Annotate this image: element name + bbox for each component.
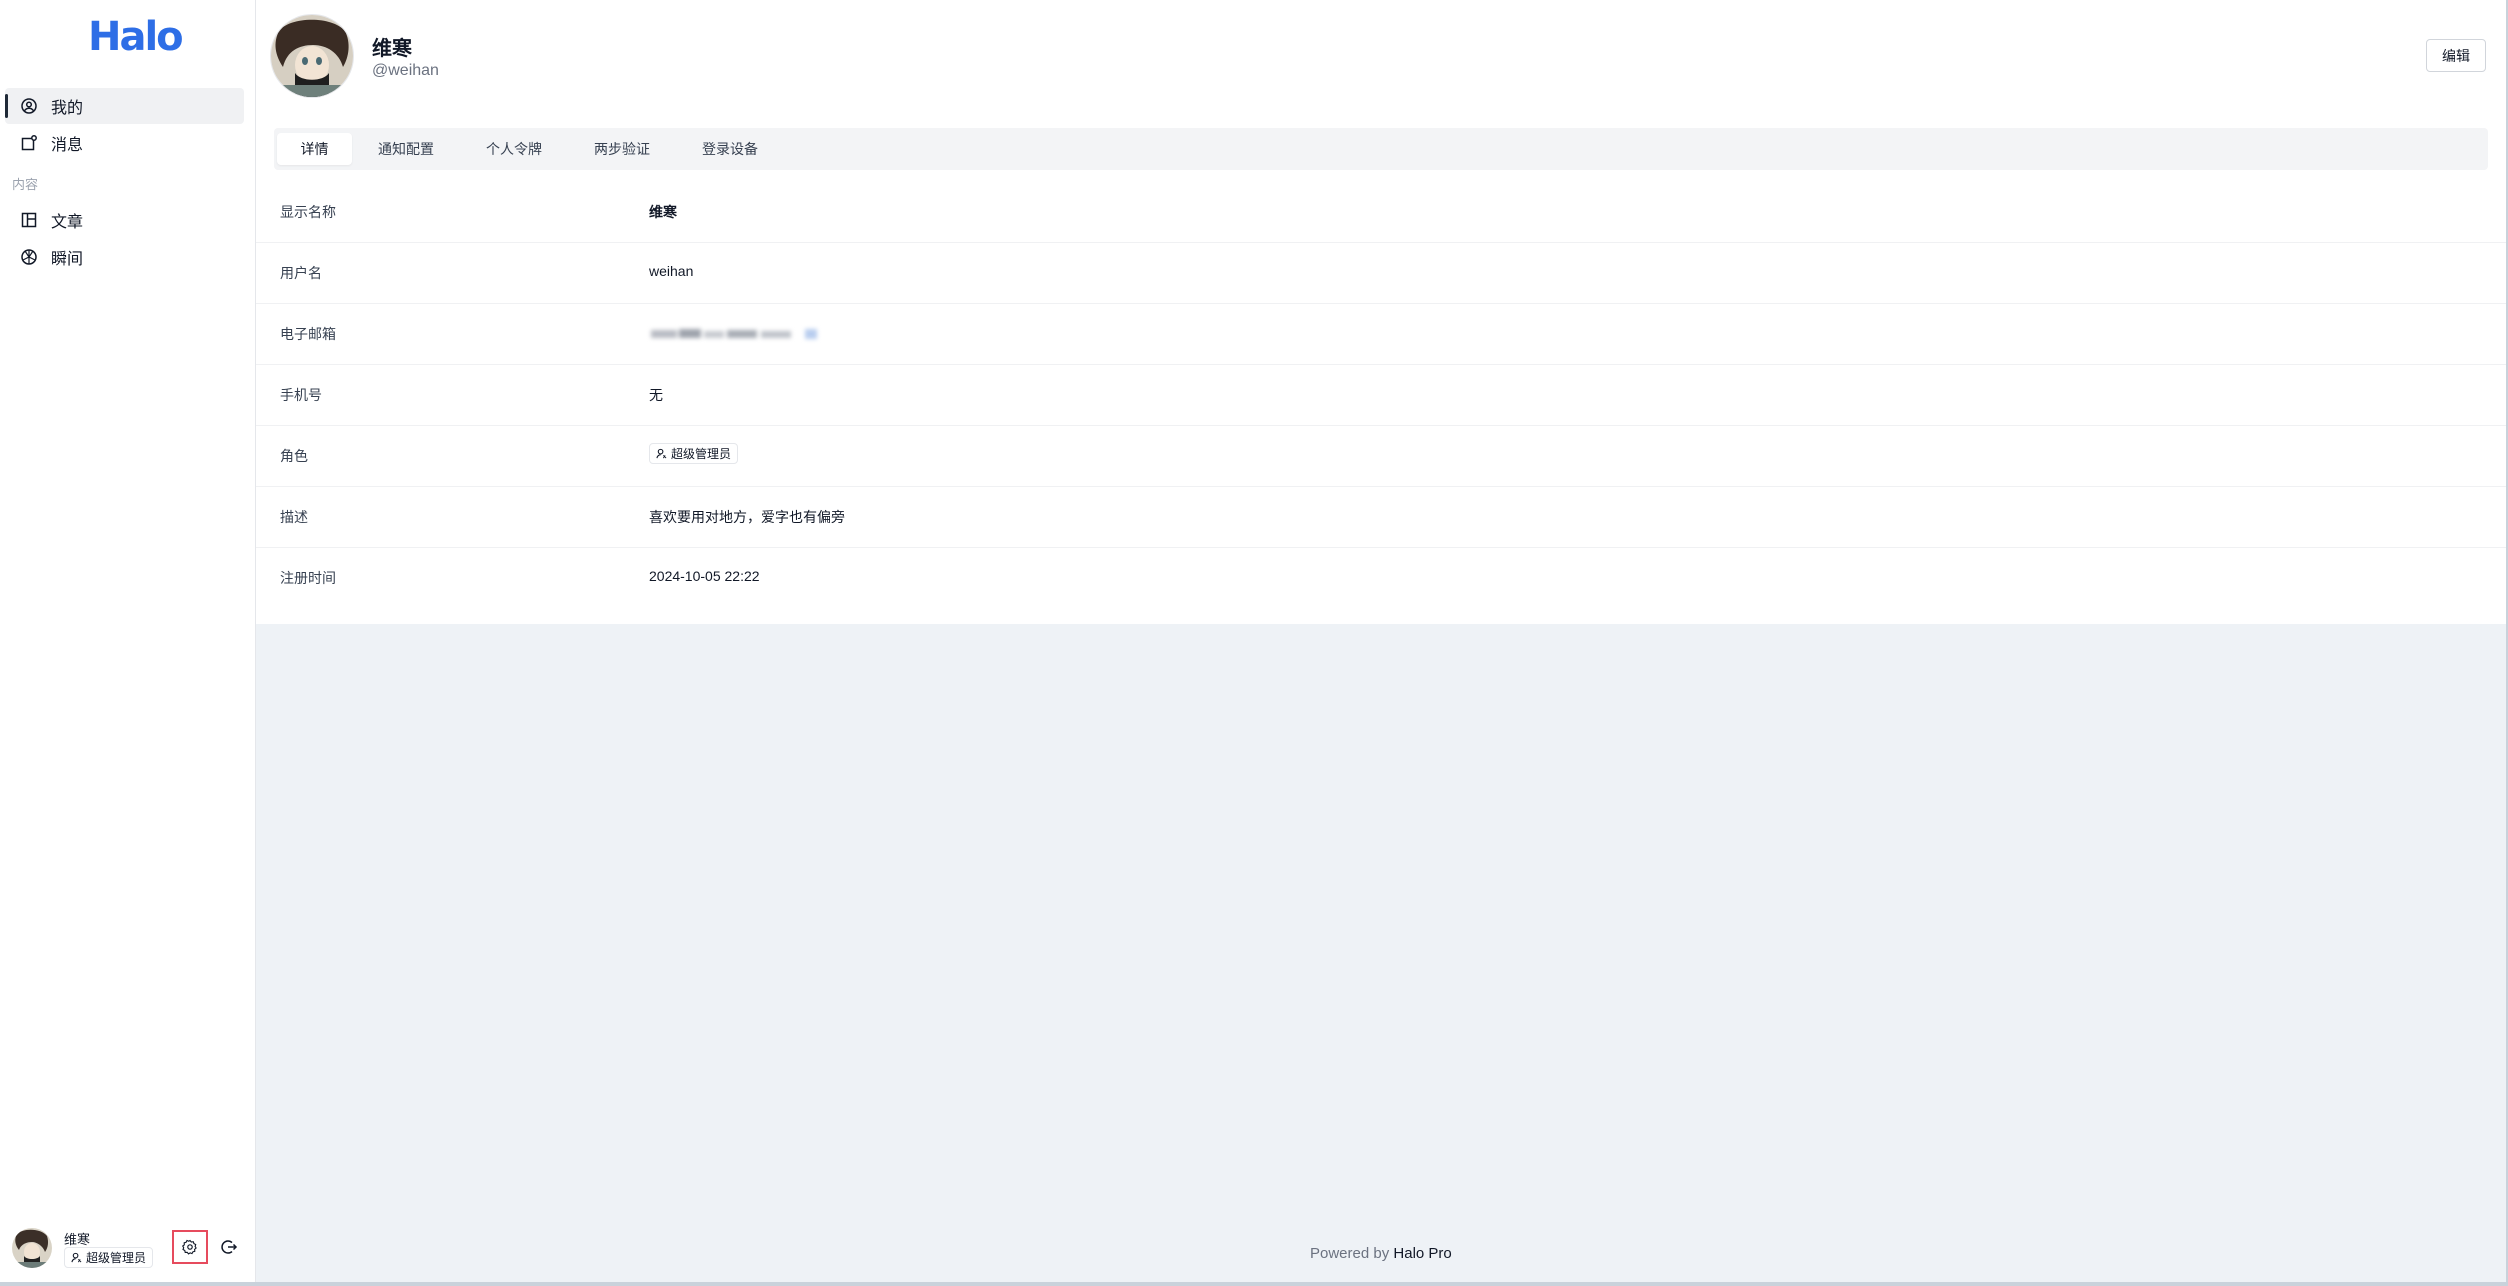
- detail-label: 描述: [280, 509, 308, 525]
- detail-row-role: 角色 超级管理员: [256, 426, 2508, 487]
- profile-display-name: 维寒: [372, 38, 412, 60]
- tab-details[interactable]: 详情: [277, 133, 352, 165]
- sidebar-item-label: 我的: [51, 100, 84, 117]
- profile-page: 维寒 @weihan 编辑 详情 通知配置 个人令牌 两步验证 登录设备 显示名…: [256, 0, 2508, 624]
- user-role-icon: [71, 1252, 82, 1263]
- halo-logo[interactable]: Halo: [88, 14, 184, 60]
- notification-icon: [19, 133, 39, 153]
- detail-label: 电子邮箱: [280, 326, 336, 342]
- role-badge: 超级管理员: [64, 1247, 154, 1268]
- detail-label: 手机号: [280, 387, 322, 403]
- sidebar-item-moments[interactable]: 瞬间: [5, 239, 244, 275]
- sidebar-item-label: 消息: [51, 137, 84, 154]
- tab-login-devices[interactable]: 登录设备: [690, 133, 770, 165]
- halo-pro-link[interactable]: Halo Pro: [1393, 1245, 1451, 1262]
- logout-icon: [221, 1240, 238, 1254]
- detail-label: 角色: [280, 448, 308, 464]
- detail-value: 无: [649, 387, 663, 403]
- detail-value: weihan: [649, 263, 694, 279]
- article-layout-icon: [19, 210, 39, 230]
- user-role-icon: [656, 448, 667, 459]
- redacted-email: [651, 329, 817, 339]
- powered-by-footer: Powered by Halo Pro: [1310, 1245, 1452, 1262]
- profile-settings-button[interactable]: [172, 1230, 208, 1264]
- detail-label: 注册时间: [280, 570, 336, 586]
- profile-handle: @weihan: [372, 62, 439, 79]
- tab-personal-tokens[interactable]: 个人令牌: [474, 133, 554, 165]
- sidebar-item-messages[interactable]: 消息: [5, 125, 244, 161]
- detail-row-phone: 手机号 无: [256, 365, 2508, 426]
- nav-group-label: 内容: [12, 177, 39, 192]
- role-badge: 超级管理员: [649, 443, 739, 464]
- detail-row-display-name: 显示名称 维寒: [256, 182, 2508, 243]
- edit-profile-button[interactable]: 编辑: [2426, 39, 2486, 72]
- current-user-name: 维寒: [64, 1232, 91, 1247]
- tab-two-factor-auth[interactable]: 两步验证: [582, 133, 662, 165]
- sidebar-item-mine[interactable]: 我的: [5, 88, 244, 124]
- profile-avatar: [271, 15, 353, 97]
- moments-icon: [19, 247, 39, 267]
- tab-notification-settings[interactable]: 通知配置: [366, 133, 446, 165]
- profile-tabs: 详情 通知配置 个人令牌 两步验证 登录设备: [274, 128, 2488, 170]
- logout-button[interactable]: [218, 1236, 240, 1258]
- detail-label: 用户名: [280, 265, 322, 281]
- sidebar-item-label: 瞬间: [51, 251, 84, 268]
- detail-row-registered-at: 注册时间 2024-10-05 22:22: [256, 548, 2508, 608]
- detail-value: 喜欢要用对地方，爱字也有偏旁: [649, 509, 845, 525]
- sidebar-item-label: 文章: [51, 214, 84, 231]
- detail-value: 维寒: [649, 204, 677, 220]
- gear-icon: [182, 1239, 197, 1255]
- current-user-panel: 维寒 超级管理员: [12, 1226, 247, 1270]
- detail-value: 2024-10-05 22:22: [649, 568, 760, 584]
- sidebar-item-articles[interactable]: 文章: [5, 202, 244, 238]
- detail-label: 显示名称: [280, 204, 336, 220]
- detail-row-username: 用户名 weihan: [256, 243, 2508, 304]
- sidebar: Halo 我的 消息 内容 文章 瞬间 维寒 超级管理员: [0, 0, 256, 1282]
- user-circle-icon: [19, 96, 39, 116]
- avatar[interactable]: [12, 1228, 52, 1268]
- window-frame-edge: [0, 1282, 2508, 1286]
- detail-row-description: 描述 喜欢要用对地方，爱字也有偏旁: [256, 487, 2508, 548]
- detail-row-email: 电子邮箱: [256, 304, 2508, 365]
